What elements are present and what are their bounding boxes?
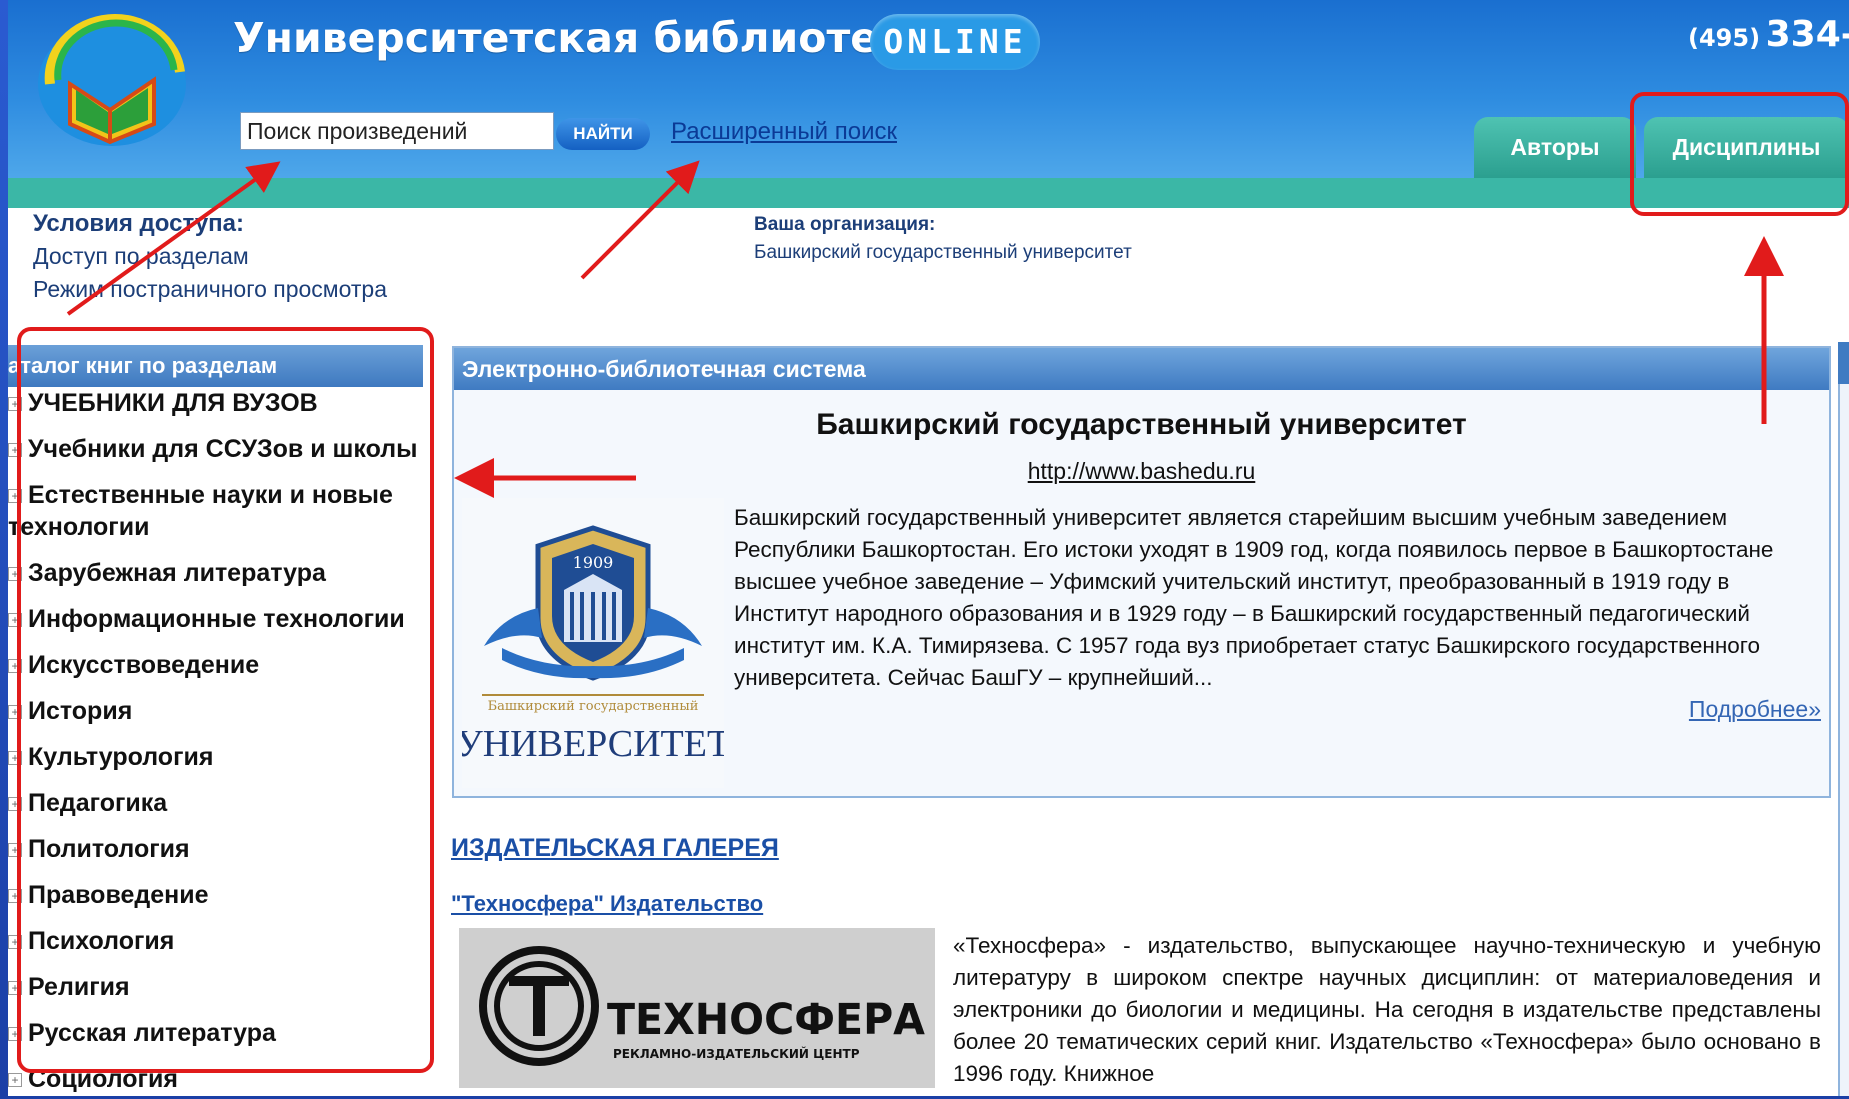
publisher-link[interactable]: "Техносфера" Издательство bbox=[451, 891, 763, 917]
phone-digits: 334-77 bbox=[1765, 14, 1849, 55]
organization-label: Ваша организация: bbox=[754, 214, 936, 235]
tab-disciplines[interactable]: Дисциплины bbox=[1644, 117, 1849, 178]
search-button[interactable]: НАЙТИ bbox=[556, 118, 650, 150]
header-teal-bar bbox=[8, 178, 1849, 208]
catalog-item-label: Информационные технологии bbox=[28, 605, 405, 633]
emblem-caption-small: Башкирский государственный bbox=[488, 699, 699, 714]
advanced-search-link[interactable]: Расширенный поиск bbox=[671, 118, 897, 146]
catalog-item[interactable]: + Естественные науки и новые технологии bbox=[8, 479, 403, 543]
catalog-item[interactable]: + Искусствоведение bbox=[8, 649, 420, 681]
catalog-item-label: Педагогика bbox=[28, 789, 168, 817]
access-by-sections-link[interactable]: Доступ по разделам bbox=[33, 243, 249, 270]
expand-plus-icon[interactable]: + bbox=[8, 489, 22, 503]
expand-plus-icon[interactable]: + bbox=[8, 1027, 22, 1041]
university-url-link[interactable]: http://www.bashedu.ru bbox=[454, 458, 1829, 485]
catalog-item[interactable]: + Информационные технологии bbox=[8, 603, 420, 635]
access-conditions-title: Условия доступа: bbox=[33, 210, 244, 237]
expand-plus-icon[interactable]: + bbox=[8, 889, 22, 903]
catalog-item-label: Психология bbox=[28, 927, 175, 955]
technosphere-logo-icon[interactable]: ТЕХНОСФЕРА РЕКЛАМНО-ИЗДАТЕЛЬСКИЙ ЦЕНТР bbox=[459, 928, 935, 1088]
expand-plus-icon[interactable]: + bbox=[8, 613, 22, 627]
online-badge: ONLINE bbox=[870, 14, 1040, 70]
emblem-caption-big: УНИВЕРСИТЕТ bbox=[462, 723, 724, 765]
catalog-item-label: Зарубежная литература bbox=[28, 559, 326, 587]
catalog-item-label: УЧЕБНИКИ ДЛЯ ВУЗОВ bbox=[28, 389, 318, 417]
expand-plus-icon[interactable]: + bbox=[8, 935, 22, 949]
catalog-item[interactable]: + Русская литература bbox=[8, 1017, 420, 1049]
catalog-item-label: Естественные науки и новые технологии bbox=[8, 481, 393, 541]
right-column-header-edge bbox=[1838, 342, 1849, 384]
organization-name: Башкирский государственный университет bbox=[754, 242, 1132, 263]
expand-plus-icon[interactable]: + bbox=[8, 1073, 22, 1087]
catalog-item[interactable]: + Культурология bbox=[8, 741, 420, 773]
catalog-item-label: История bbox=[28, 697, 133, 725]
catalog-header: аталог книг по разделам bbox=[8, 345, 423, 387]
catalog-item[interactable]: + Зарубежная литература bbox=[8, 557, 420, 589]
university-emblem-icon: 1909 Башкирский государственный УНИВЕРСИ… bbox=[462, 498, 724, 788]
library-page: Университетская библиотека ONLINE (495) … bbox=[8, 0, 1849, 1096]
publishing-gallery-title[interactable]: ИЗДАТЕЛЬСКАЯ ГАЛЕРЕЯ bbox=[451, 834, 779, 863]
university-description: Башкирский государственный университет я… bbox=[734, 505, 1774, 690]
page-view-mode-link[interactable]: Режим постраничного просмотра bbox=[33, 276, 387, 303]
catalog-item[interactable]: + История bbox=[8, 695, 420, 727]
expand-plus-icon[interactable]: + bbox=[8, 567, 22, 581]
tab-authors[interactable]: Авторы bbox=[1474, 117, 1636, 178]
publisher-description: «Техносфера» - издательство, выпускающее… bbox=[953, 933, 1821, 1086]
expand-plus-icon[interactable]: + bbox=[8, 659, 22, 673]
more-details-link[interactable]: Подробнее» bbox=[1689, 696, 1821, 723]
library-logo-icon[interactable] bbox=[30, 14, 190, 154]
publisher-logo-name: ТЕХНОСФЕРА bbox=[607, 995, 926, 1045]
catalog-item-label: Культурология bbox=[28, 743, 214, 771]
expand-plus-icon[interactable]: + bbox=[8, 843, 22, 857]
expand-plus-icon[interactable]: + bbox=[8, 981, 22, 995]
phone-number: (495) 334-77 bbox=[1688, 14, 1849, 55]
catalog-item-label: Правоведение bbox=[28, 881, 209, 909]
catalog-sidebar: аталог книг по разделам + УЧЕБНИКИ ДЛЯ ВУ… bbox=[8, 345, 423, 1096]
site-title: Университетская библиотека bbox=[233, 14, 934, 62]
expand-plus-icon[interactable]: + bbox=[8, 443, 22, 457]
expand-plus-icon[interactable]: + bbox=[8, 797, 22, 811]
catalog-item[interactable]: + Педагогика bbox=[8, 787, 420, 819]
catalog-item[interactable]: + Религия bbox=[8, 971, 420, 1003]
publisher-logo-sub: РЕКЛАМНО-ИЗДАТЕЛЬСКИЙ ЦЕНТР bbox=[613, 1046, 860, 1061]
catalog-item[interactable]: + Психология bbox=[8, 925, 420, 957]
catalog-item-label: Учебники для ССУЗов и школы bbox=[28, 435, 418, 463]
catalog-item[interactable]: + УЧЕБНИКИ ДЛЯ ВУЗОВ bbox=[8, 387, 420, 419]
catalog-item-label: Русская литература bbox=[28, 1019, 276, 1047]
ebs-header: Электронно-библиотечная система bbox=[454, 348, 1829, 390]
catalog-item-label: Искусствоведение bbox=[28, 651, 260, 679]
expand-plus-icon[interactable]: + bbox=[8, 751, 22, 765]
right-column-edge bbox=[1838, 342, 1849, 1096]
university-title: Башкирский государственный университет bbox=[816, 408, 1467, 441]
catalog-item-label: Политология bbox=[28, 835, 190, 863]
phone-code: (495) bbox=[1688, 24, 1761, 52]
catalog-item[interactable]: + Социология bbox=[8, 1063, 420, 1095]
emblem-year: 1909 bbox=[573, 553, 614, 572]
expand-plus-icon[interactable]: + bbox=[8, 705, 22, 719]
ebs-panel: Электронно-библиотечная система Башкирск… bbox=[452, 346, 1831, 798]
catalog-item[interactable]: + Правоведение bbox=[8, 879, 420, 911]
catalog-item-label: Социология bbox=[28, 1065, 178, 1093]
catalog-item[interactable]: + Политология bbox=[8, 833, 420, 865]
site-header: Университетская библиотека ONLINE (495) … bbox=[8, 0, 1849, 178]
catalog-item[interactable]: + Учебники для ССУЗов и школы bbox=[8, 433, 420, 465]
catalog-item-label: Религия bbox=[28, 973, 130, 1001]
search-input[interactable] bbox=[240, 112, 554, 150]
expand-plus-icon[interactable]: + bbox=[8, 397, 22, 411]
